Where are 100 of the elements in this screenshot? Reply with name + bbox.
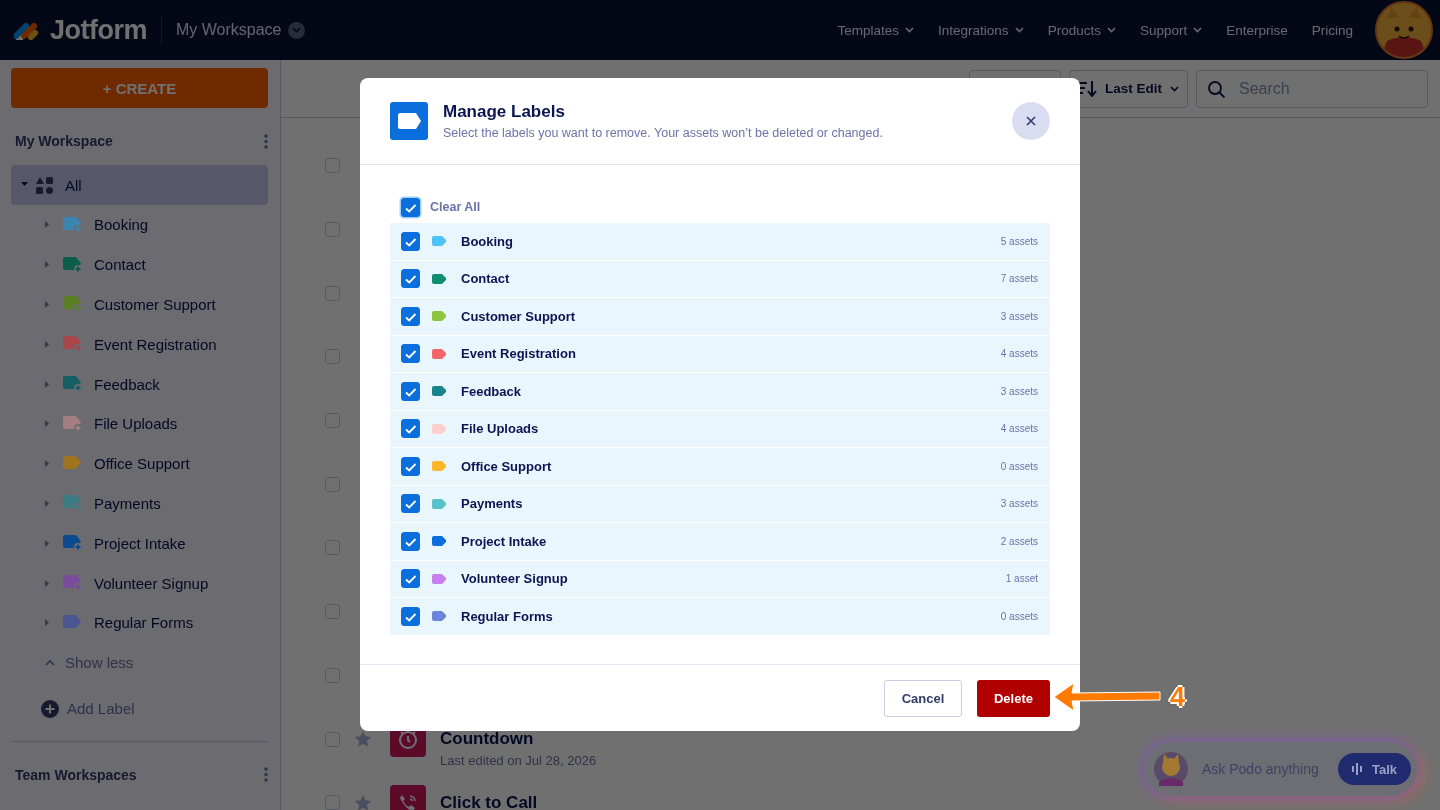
more-icon[interactable] [264,767,268,783]
label-row[interactable]: File Uploads 4 assets [390,410,1050,447]
chevron-down-icon [905,27,915,33]
sidebar-item[interactable]: Contact [11,244,268,285]
checkbox[interactable] [401,456,420,476]
label-row[interactable]: Project Intake 2 assets [390,523,1050,560]
checkbox[interactable] [401,269,420,289]
caret-right-icon [45,340,49,348]
form-title[interactable]: Click to Call [440,792,538,810]
asset-count: 3 assets [1000,310,1038,322]
caret-right-icon [45,539,49,547]
nav-link[interactable]: Support [1127,22,1215,38]
sort-button[interactable]: Last Edit [1069,69,1188,108]
label-row[interactable]: Payments 3 assets [390,485,1050,522]
more-icon[interactable] [264,133,268,149]
delete-button[interactable]: Delete [977,679,1050,717]
checkbox[interactable] [401,419,420,439]
caret-right-icon [45,619,49,627]
sidebar-item[interactable]: Event Registration [11,324,268,365]
sidebar-item[interactable]: Feedback [11,364,268,404]
label-row[interactable]: Regular Forms 0 assets [390,598,1050,635]
talk-button[interactable]: Talk [1337,753,1411,785]
label-row[interactable]: Volunteer Signup 1 asset [390,560,1050,597]
nav-link[interactable]: Products [1035,22,1128,38]
label-row[interactable]: Booking 5 assets [390,223,1050,260]
caret-down-icon [21,181,28,189]
sidebar-item[interactable]: File Uploads [11,404,268,444]
workspace-title[interactable]: My Workspace [176,21,282,39]
asset-count: 3 assets [1000,498,1038,510]
nav-link[interactable]: Enterprise [1214,22,1300,38]
nav-link[interactable]: Templates [825,22,927,38]
label-name: Event Registration [461,346,576,362]
sidebar-item[interactable]: All [11,165,268,205]
voice-icon [1351,762,1362,776]
sidebar-item[interactable]: Volunteer Signup [11,563,268,603]
nav-link[interactable]: Pricing [1299,22,1365,38]
checkbox[interactable] [401,606,420,626]
sidebar-item[interactable]: Regular Forms [11,602,268,643]
create-button[interactable]: + CREATE [11,68,268,108]
label-row[interactable]: Customer Support 3 assets [390,298,1050,335]
checkbox[interactable] [401,494,420,514]
add-label-link[interactable]: Add Label [67,700,135,718]
checkbox[interactable] [401,231,420,251]
label-name: Booking [461,233,513,249]
section-title: Team Workspaces [15,766,137,783]
sidebar-item[interactable]: Office Support [11,443,268,484]
label-row[interactable]: Feedback 3 assets [390,373,1050,410]
close-icon[interactable] [1026,116,1036,126]
form-title[interactable]: Countdown [440,728,597,749]
asset-count: 4 assets [1000,348,1038,360]
chevron-down-icon[interactable] [287,21,305,39]
caret-right-icon [45,460,49,468]
show-less-link[interactable]: Show less [65,654,134,672]
caret-right-icon [45,301,49,308]
star-icon[interactable] [354,793,372,810]
label-row[interactable]: Office Support 0 assets [390,448,1050,485]
label-name: Regular Forms [461,608,553,624]
caret-right-icon [45,221,49,229]
chevron-down-icon [1193,27,1203,33]
label-name: Volunteer Signup [461,571,568,587]
logo-text[interactable]: Jotform [50,14,147,46]
label-name: Feedback [461,383,521,399]
avatar-icon[interactable] [1375,1,1433,59]
checkbox[interactable] [401,306,420,326]
chevron-up-icon [45,659,55,666]
asset-count: 5 assets [1000,235,1038,247]
checkbox[interactable] [401,381,420,401]
sidebar-item[interactable]: Customer Support [11,284,268,325]
label-name: File Uploads [461,421,539,437]
assistant-avatar-icon [1154,752,1188,786]
asset-count: 2 assets [1000,535,1038,547]
sidebar-item[interactable]: Booking [11,205,268,245]
label-name: Project Intake [461,533,547,549]
asset-count: 7 assets [1000,273,1038,285]
close-button[interactable] [1012,102,1050,140]
star-icon[interactable] [354,730,372,749]
form-subtitle: Last edited on Jul 28, 2026 [440,752,597,768]
chevron-down-icon [1106,27,1116,33]
label-row[interactable]: Event Registration 4 assets [390,335,1050,372]
checkbox[interactable] [401,569,420,589]
asset-count: 1 asset [1005,573,1038,585]
chevron-down-icon [1014,27,1024,33]
checkbox[interactable] [401,197,420,217]
section-title: My Workspace [15,133,113,149]
cancel-button[interactable]: Cancel [884,679,962,717]
nav-link[interactable]: Integrations [926,22,1036,38]
label-name: Customer Support [461,308,576,324]
sidebar-item[interactable]: Project Intake [11,523,268,564]
clear-all-link[interactable]: Clear All [430,200,481,214]
label-row[interactable]: Contact 7 assets [390,260,1050,297]
tag-icon [390,102,428,140]
dialog-subtitle: Select the labels you want to remove. Your assets won’t be deleted or changed. [443,126,883,140]
caret-right-icon [45,579,49,587]
label-name: Office Support [461,458,552,474]
caret-right-icon [45,261,49,269]
sidebar-item[interactable]: Payments [11,483,268,524]
checkbox[interactable] [401,344,420,364]
asset-count: 4 assets [1000,423,1038,435]
checkbox[interactable] [401,531,420,551]
caret-right-icon [45,420,49,428]
